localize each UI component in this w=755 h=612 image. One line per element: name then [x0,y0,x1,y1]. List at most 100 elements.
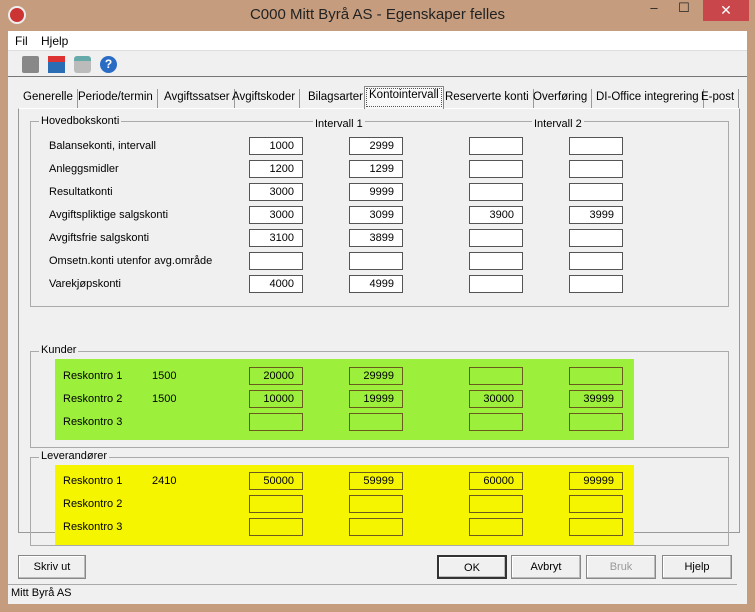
group-label: Hovedbokskonti [39,115,122,127]
interval1-to-field[interactable] [349,518,403,536]
interval2-from-field[interactable] [469,137,523,155]
row-label: Reskontro 1 [63,475,123,487]
interval2-from-field[interactable] [469,367,523,385]
tab-bilagsarter[interactable]: Bilagsarter [304,89,368,108]
interval2-to-field[interactable] [569,495,623,513]
interval1-to-field[interactable] [349,495,403,513]
row-label: Reskontro 1 [63,370,123,382]
interval2-to-field[interactable]: 3999 [569,206,623,224]
interval1-to-field[interactable]: 9999 [349,183,403,201]
toolbar: ? [8,52,747,77]
interval2-from-field[interactable] [469,160,523,178]
interval2-from-field[interactable] [469,183,523,201]
minimize-button[interactable]: – [640,0,668,20]
interval2-to-field[interactable] [569,229,623,247]
tab-e-post[interactable]: E-post [697,89,740,108]
interval1-from-field[interactable]: 3000 [249,183,303,201]
tab-overføring[interactable]: Overføring [529,89,593,108]
interval1-to-field[interactable]: 19999 [349,390,403,408]
interval1-from-field[interactable] [249,495,303,513]
help-icon[interactable]: ? [100,56,117,73]
row-label: Avgiftspliktige salgskonti [49,209,169,221]
tab-avgiftskoder[interactable]: Avgiftskoder [228,89,301,108]
interval2-to-field[interactable] [569,275,623,293]
interval1-to-field[interactable]: 4999 [349,275,403,293]
interval2-from-field[interactable] [469,413,523,431]
interval2-to-field[interactable] [569,183,623,201]
ok-button[interactable]: OK [437,555,507,579]
interval1-from-field[interactable]: 3000 [249,206,303,224]
apply-button: Bruk [586,555,656,579]
cancel-button[interactable]: Avbryt [511,555,581,579]
interval2-to-field[interactable] [569,252,623,270]
interval1-from-field[interactable]: 20000 [249,367,303,385]
interval1-from-field[interactable] [249,413,303,431]
interval2-to-field[interactable] [569,160,623,178]
interval2-from-field[interactable] [469,495,523,513]
account-number: 1500 [152,393,177,405]
interval1-to-field[interactable]: 59999 [349,472,403,490]
interval1-from-field[interactable]: 1200 [249,160,303,178]
interval2-to-field[interactable] [569,413,623,431]
row-label: Reskontro 2 [63,393,123,405]
interval1-to-field[interactable]: 2999 [349,137,403,155]
print-button[interactable]: Skriv ut [18,555,86,579]
save-icon[interactable] [22,56,39,73]
row-label: Avgiftsfrie salgskonti [49,232,150,244]
tab-generelle[interactable]: Generelle [19,89,78,108]
interval1-from-field[interactable]: 1000 [249,137,303,155]
account-number: 1500 [152,370,177,382]
interval1-to-field[interactable]: 3899 [349,229,403,247]
interval2-header: Intervall 2 [532,118,584,130]
maximize-button[interactable]: ☐ [670,0,698,20]
interval1-to-field[interactable]: 3099 [349,206,403,224]
tab-periode-termin[interactable]: Periode/termin [74,89,158,108]
interval1-from-field[interactable]: 10000 [249,390,303,408]
kunder-area [55,359,634,440]
interval1-from-field[interactable]: 4000 [249,275,303,293]
row-label: Omsetn.konti utenfor avg.område [49,255,213,267]
interval2-from-field[interactable]: 3900 [469,206,523,224]
print-icon[interactable] [74,56,91,73]
tab-panel-kontointervall: Hovedbokskonti Intervall 1 Intervall 2 B… [18,108,740,546]
interval1-to-field[interactable]: 1299 [349,160,403,178]
interval1-to-field[interactable] [349,252,403,270]
menu-hjelp[interactable]: Hjelp [41,34,68,48]
tab-di-office-integrering[interactable]: DI-Office integrering [592,89,704,108]
leverandorer-area [55,465,634,545]
row-label: Balansekonti, intervall [49,140,157,152]
account-number: 2410 [152,475,177,487]
group-label: Leverandører [39,450,110,462]
interval1-from-field[interactable]: 3100 [249,229,303,247]
interval2-from-field[interactable] [469,275,523,293]
interval1-to-field[interactable] [349,413,403,431]
interval2-from-field[interactable] [469,252,523,270]
interval1-header: Intervall 1 [313,118,365,130]
interval2-from-field[interactable] [469,229,523,247]
interval1-from-field[interactable] [249,252,303,270]
interval2-from-field[interactable]: 30000 [469,390,523,408]
row-label: Varekjøpskonti [49,278,121,290]
interval2-to-field[interactable] [569,518,623,536]
interval1-to-field[interactable]: 29999 [349,367,403,385]
tab-avgiftssatser[interactable]: Avgiftssatser [160,89,235,108]
interval2-to-field[interactable] [569,367,623,385]
delete-icon[interactable] [48,56,65,73]
row-label: Resultatkonti [49,186,113,198]
menu-bar: Fil Hjelp [8,31,747,51]
interval2-from-field[interactable] [469,518,523,536]
tab-kontointervall[interactable]: Kontointervall [364,86,444,109]
dialog: Fil Hjelp ? Hovedbokskonti Intervall 1 I… [8,31,747,604]
row-label: Reskontro 3 [63,521,123,533]
help-button[interactable]: Hjelp [662,555,732,579]
interval2-to-field[interactable]: 39999 [569,390,623,408]
interval1-from-field[interactable]: 50000 [249,472,303,490]
close-button[interactable]: ✕ [703,0,749,21]
interval1-from-field[interactable] [249,518,303,536]
tab-reserverte-konti[interactable]: Reserverte konti [441,89,534,108]
menu-fil[interactable]: Fil [15,34,28,48]
interval2-to-field[interactable]: 99999 [569,472,623,490]
interval2-to-field[interactable] [569,137,623,155]
row-label: Reskontro 2 [63,498,123,510]
interval2-from-field[interactable]: 60000 [469,472,523,490]
